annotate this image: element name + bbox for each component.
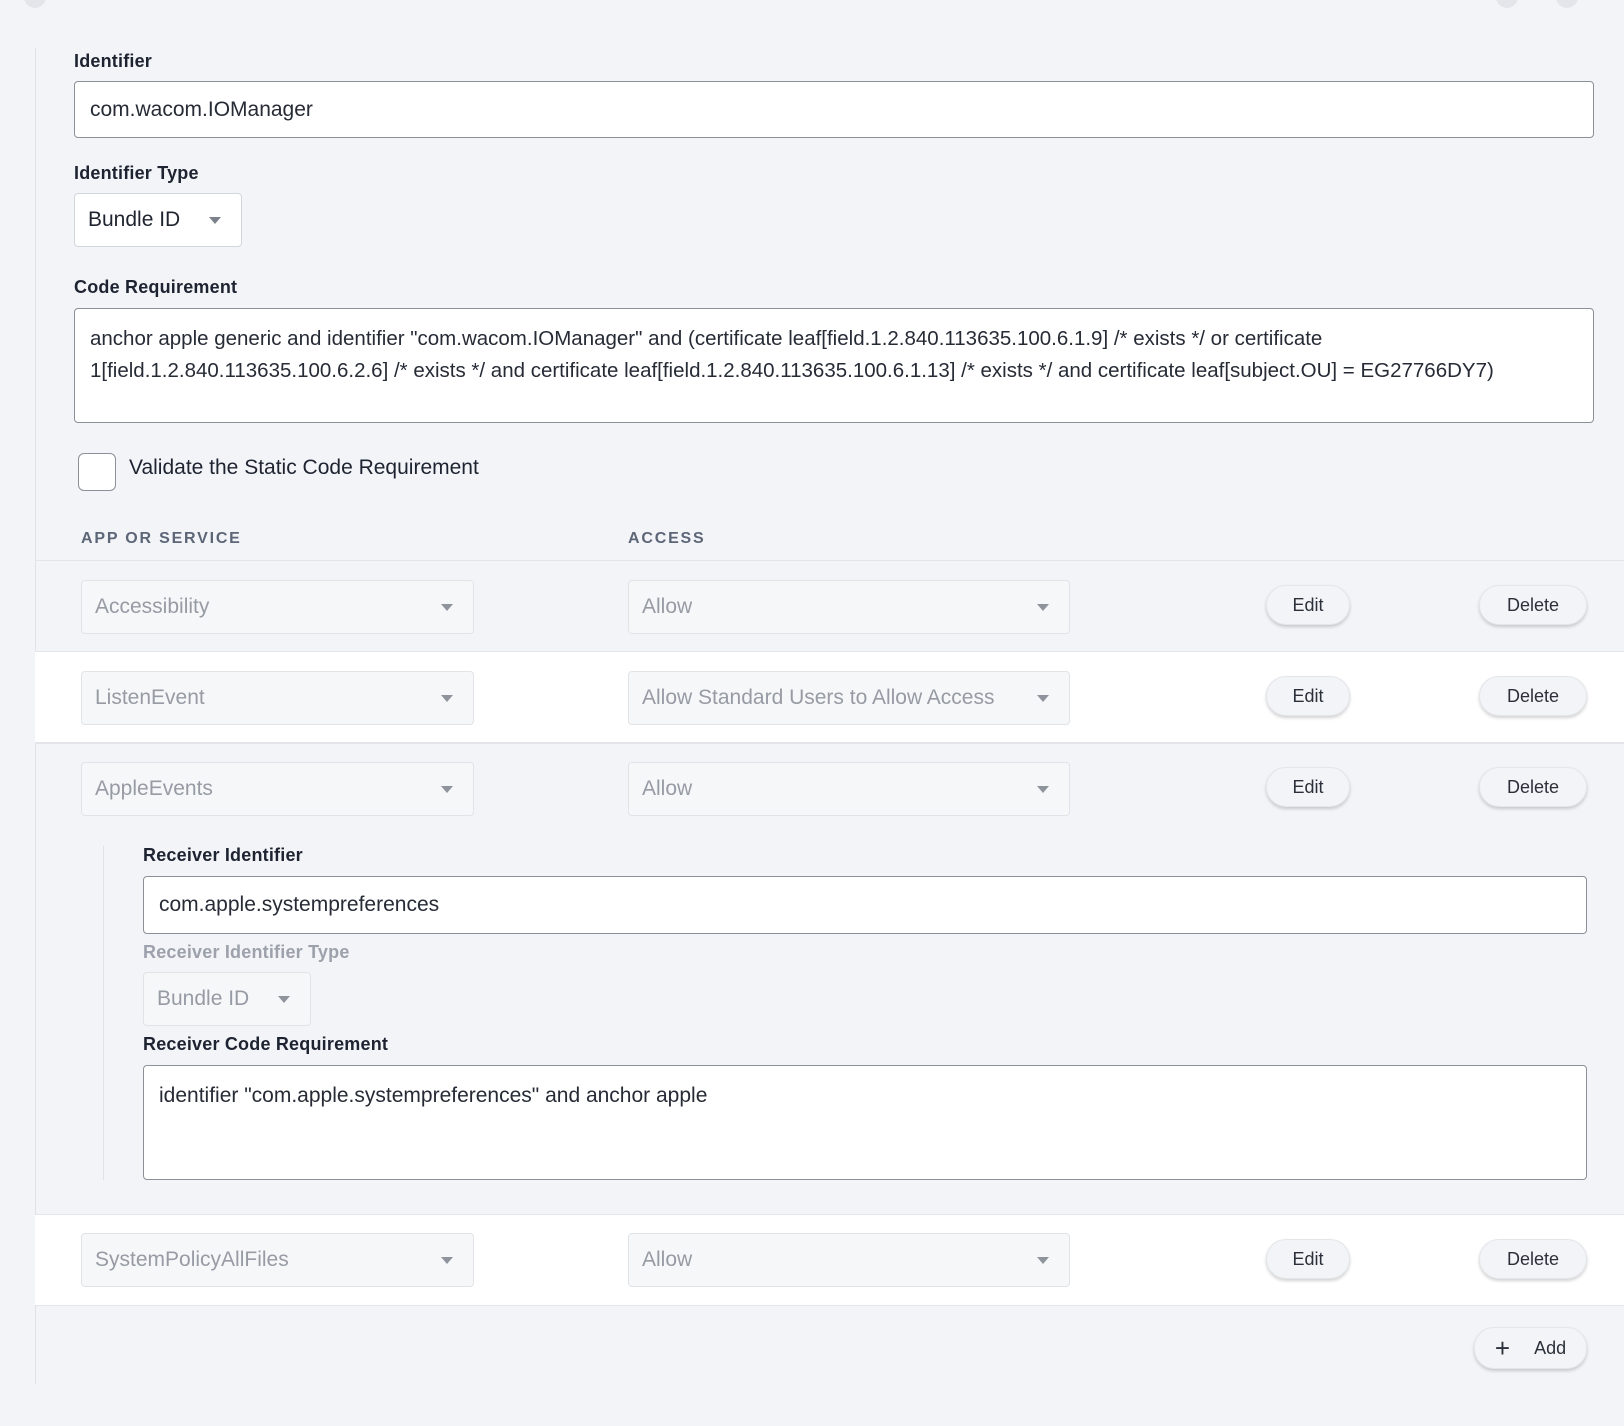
identifier-input[interactable]: com.wacom.IOManager <box>74 81 1594 138</box>
chevron-down-icon <box>278 996 290 1003</box>
service-value-2: ListenEvent <box>95 686 205 709</box>
column-header-access: ACCESS <box>628 530 706 547</box>
receiver-identifier-type-select[interactable]: Bundle ID <box>143 972 311 1026</box>
identifier-label: Identifier <box>74 51 153 71</box>
receiver-identifier-type-value: Bundle ID <box>157 987 250 1010</box>
access-select-3[interactable]: Allow <box>628 762 1070 816</box>
chevron-down-icon <box>441 695 453 702</box>
chevron-down-icon <box>441 1257 453 1264</box>
validate-checkbox-label: Validate the Static Code Requirement <box>129 456 479 479</box>
service-select-4[interactable]: SystemPolicyAllFiles <box>81 1233 474 1287</box>
service-select-3[interactable]: AppleEvents <box>81 762 474 816</box>
delete-button-3[interactable]: Delete <box>1479 767 1587 807</box>
chevron-down-icon <box>441 604 453 611</box>
service-select-1[interactable]: Accessibility <box>81 580 474 634</box>
code-requirement-label: Code Requirement <box>74 277 238 297</box>
chevron-down-icon <box>1037 695 1049 702</box>
access-value-3: Allow <box>642 777 693 800</box>
access-select-4[interactable]: Allow <box>628 1233 1070 1287</box>
access-select-2[interactable]: Allow Standard Users to Allow Access <box>628 671 1070 725</box>
edit-button-2[interactable]: Edit <box>1266 676 1350 716</box>
identifier-type-select[interactable]: Bundle ID <box>74 193 242 247</box>
edit-button-3[interactable]: Edit <box>1266 767 1350 807</box>
service-value-1: Accessibility <box>95 595 210 618</box>
validate-checkbox[interactable] <box>78 453 116 491</box>
access-value-2: Allow Standard Users to Allow Access <box>642 686 995 709</box>
add-button-label: Add <box>1534 1337 1567 1358</box>
edit-button-1[interactable]: Edit <box>1266 585 1350 625</box>
access-value-1: Allow <box>642 595 693 618</box>
plus-icon: + <box>1494 1333 1511 1363</box>
receiver-code-requirement-textarea[interactable]: identifier "com.apple.systempreferences"… <box>143 1065 1587 1180</box>
chevron-down-icon <box>441 786 453 793</box>
chevron-down-icon <box>1037 1257 1049 1264</box>
identifier-type-label: Identifier Type <box>74 163 199 183</box>
top-control-right-2 <box>1556 0 1578 8</box>
identifier-type-value: Bundle ID <box>88 208 181 231</box>
receiver-identifier-type-label: Receiver Identifier Type <box>143 942 350 962</box>
code-requirement-textarea[interactable]: anchor apple generic and identifier "com… <box>74 308 1594 423</box>
receiver-identifier-input[interactable]: com.apple.systempreferences <box>143 876 1587 934</box>
service-select-2[interactable]: ListenEvent <box>81 671 474 725</box>
chevron-down-icon <box>1037 786 1049 793</box>
receiver-divider <box>103 846 104 1180</box>
service-value-4: SystemPolicyAllFiles <box>95 1248 289 1271</box>
top-control-left <box>24 0 46 8</box>
delete-button-1[interactable]: Delete <box>1479 585 1587 625</box>
access-select-1[interactable]: Allow <box>628 580 1070 634</box>
service-value-3: AppleEvents <box>95 777 213 800</box>
delete-button-2[interactable]: Delete <box>1479 676 1587 716</box>
column-header-app-or-service: APP OR SERVICE <box>81 530 242 547</box>
edit-button-4[interactable]: Edit <box>1266 1239 1350 1279</box>
add-button[interactable]: + Add <box>1474 1327 1587 1369</box>
access-value-4: Allow <box>642 1248 693 1271</box>
chevron-down-icon <box>1037 604 1049 611</box>
receiver-identifier-label: Receiver Identifier <box>143 845 303 865</box>
chevron-down-icon <box>209 217 221 224</box>
delete-button-4[interactable]: Delete <box>1479 1239 1587 1279</box>
top-control-right-1 <box>1496 0 1518 8</box>
receiver-code-requirement-label: Receiver Code Requirement <box>143 1034 389 1054</box>
